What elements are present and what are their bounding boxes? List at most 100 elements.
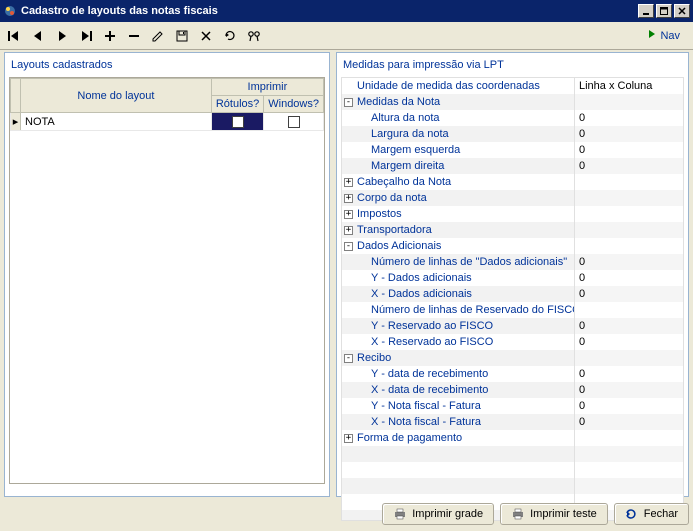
expand-icon[interactable]: + [344,226,353,235]
window-minimize-button[interactable] [638,4,654,18]
property-value[interactable]: 0 [574,254,683,270]
property-row[interactable]: X - Reservado ao FISCO0 [342,334,683,350]
property-value[interactable] [574,430,683,446]
col-layout-name[interactable]: Nome do layout [21,79,212,113]
property-label: -Recibo [342,352,574,364]
property-group-row[interactable]: +Cabeçalho da Nota [342,174,683,190]
labels-checkbox-cell[interactable] [211,113,263,131]
property-label: Margem esquerda [342,144,574,156]
property-value[interactable]: 0 [574,414,683,430]
property-row[interactable]: Unidade de medida das coordenadasLinha x… [342,78,683,94]
expand-icon[interactable]: + [344,434,353,443]
add-record-button[interactable] [102,25,118,47]
property-row[interactable]: Y - data de recebimento0 [342,366,683,382]
layout-name-cell[interactable]: NOTA [21,113,212,131]
edit-record-button[interactable] [150,25,166,47]
collapse-icon[interactable]: - [344,354,353,363]
property-row[interactable]: Y - Reservado ao FISCO0 [342,318,683,334]
property-value[interactable] [574,206,683,222]
property-label: Margem direita [342,160,574,172]
property-row[interactable]: X - data de recebimento0 [342,382,683,398]
property-value[interactable] [574,350,683,366]
property-label: Y - Reservado ao FISCO [342,320,574,332]
property-label: Y - data de recebimento [342,368,574,380]
nav-button[interactable]: Nav [640,26,687,45]
property-group-row[interactable]: -Recibo [342,350,683,366]
property-value[interactable] [574,94,683,110]
property-row[interactable]: Número de linhas de "Dados adicionais"0 [342,254,683,270]
table-row[interactable]: ▸NOTA [11,113,324,131]
property-value[interactable] [574,238,683,254]
print-test-button[interactable]: Imprimir teste [500,503,608,525]
col-print-group[interactable]: Imprimir [211,79,323,96]
property-value[interactable]: 0 [574,398,683,414]
first-record-button[interactable] [6,25,22,47]
window-close-button[interactable] [674,4,690,18]
property-label: -Medidas da Nota [342,96,574,108]
property-value[interactable]: 0 [574,286,683,302]
property-row[interactable]: X - Dados adicionais0 [342,286,683,302]
property-label: +Corpo da nota [342,192,574,204]
close-arrow-icon [625,507,639,521]
col-labels[interactable]: Rótulos? [211,96,263,113]
window-maximize-button[interactable] [656,4,672,18]
printer-icon [511,507,525,521]
property-value[interactable]: 0 [574,142,683,158]
grid-empty-area [10,131,324,483]
property-value[interactable]: 0 [574,382,683,398]
expand-icon[interactable]: + [344,194,353,203]
property-value[interactable]: 0 [574,110,683,126]
property-value[interactable] [574,222,683,238]
save-record-button[interactable] [174,25,190,47]
property-value[interactable] [574,174,683,190]
property-value[interactable]: 0 [574,270,683,286]
property-row[interactable]: Margem esquerda0 [342,142,683,158]
layouts-grid[interactable]: Nome do layout Imprimir Rótulos? Windows… [9,77,325,484]
next-record-button[interactable] [54,25,70,47]
property-label: Y - Nota fiscal - Fatura [342,400,574,412]
property-row[interactable]: Margem direita0 [342,158,683,174]
prev-record-button[interactable] [30,25,46,47]
property-group-row[interactable]: -Dados Adicionais [342,238,683,254]
property-row[interactable]: Y - Dados adicionais0 [342,270,683,286]
property-value[interactable]: 0 [574,318,683,334]
property-group-row[interactable]: +Corpo da nota [342,190,683,206]
property-value[interactable]: Linha x Coluna [574,78,683,94]
print-grid-button[interactable]: Imprimir grade [382,503,494,525]
app-icon [3,4,17,18]
property-row[interactable]: Altura da nota0 [342,110,683,126]
property-group-row[interactable]: +Transportadora [342,222,683,238]
property-group-row[interactable]: -Medidas da Nota [342,94,683,110]
property-row[interactable]: Largura da nota0 [342,126,683,142]
col-windows[interactable]: Windows? [264,96,324,113]
last-record-button[interactable] [78,25,94,47]
property-grid[interactable]: Unidade de medida das coordenadasLinha x… [341,77,684,521]
window-title: Cadastro de layouts das notas fiscais [21,5,638,17]
windows-checkbox-cell[interactable] [264,113,324,131]
property-value[interactable]: 0 [574,126,683,142]
property-value[interactable] [574,190,683,206]
property-group-row[interactable]: +Impostos [342,206,683,222]
property-value[interactable]: 0 [574,334,683,350]
property-value[interactable]: 0 [574,158,683,174]
property-row[interactable]: X - Nota fiscal - Fatura0 [342,414,683,430]
property-value[interactable]: 0 [574,366,683,382]
cancel-record-button[interactable] [198,25,214,47]
collapse-icon[interactable]: - [344,98,353,107]
property-row[interactable]: Número de linhas de Reservado do FISCO [342,302,683,318]
bottom-bar: Imprimir grade Imprimir teste Fechar [4,501,689,527]
property-group-row[interactable]: +Forma de pagamento [342,430,683,446]
checkbox-icon [288,116,300,128]
expand-icon[interactable]: + [344,210,353,219]
search-button[interactable] [246,25,262,47]
expand-icon[interactable]: + [344,178,353,187]
close-button[interactable]: Fechar [614,503,689,525]
property-label: Unidade de medida das coordenadas [342,80,574,92]
property-empty-row [342,478,683,494]
refresh-button[interactable] [222,25,238,47]
property-row[interactable]: Y - Nota fiscal - Fatura0 [342,398,683,414]
collapse-icon[interactable]: - [344,242,353,251]
property-value[interactable] [574,302,683,318]
layouts-panel: Layouts cadastrados Nome do layout Impri… [4,52,330,497]
delete-record-button[interactable] [126,25,142,47]
